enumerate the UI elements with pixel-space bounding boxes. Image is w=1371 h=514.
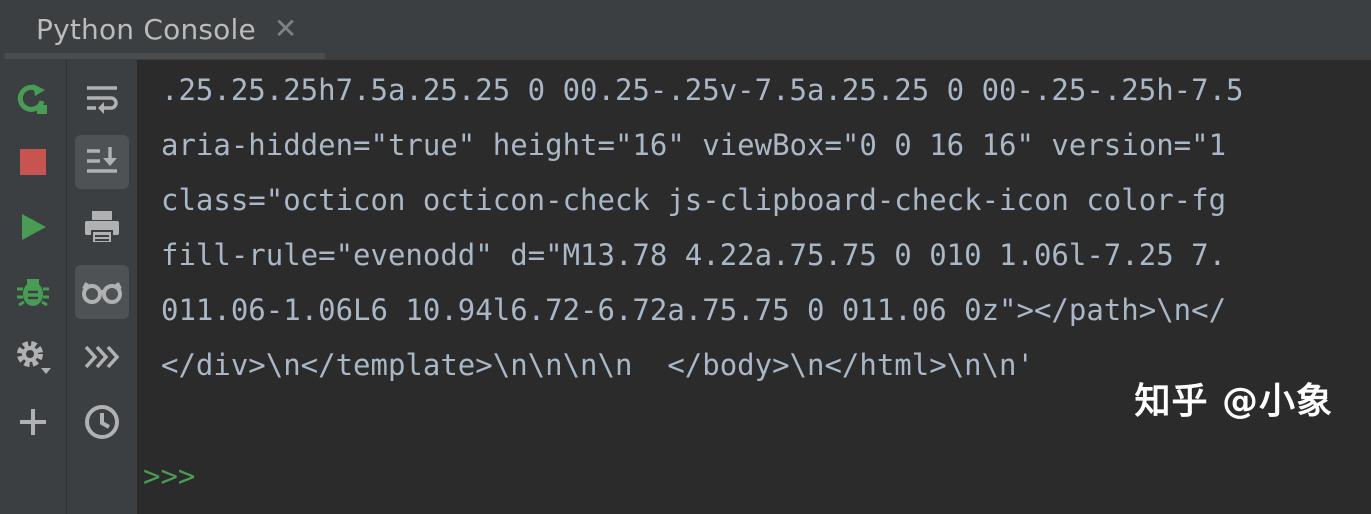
show-variables-button[interactable] [75,265,129,319]
execute-next-button[interactable] [75,330,129,384]
settings-icon [17,341,51,374]
stop-button[interactable] [6,135,60,189]
execute-next-icon [84,345,120,369]
console-prompt[interactable]: >>> [143,456,195,496]
rerun-button[interactable] [6,72,60,126]
output-line: fill-rule="evenodd" d="M13.78 4.22a.75.7… [161,238,1227,272]
add-button[interactable] [6,395,60,449]
history-icon [85,405,119,439]
tab-title: Python Console [36,12,256,46]
close-icon[interactable]: ✕ [274,15,297,43]
output-line: aria-hidden="true" height="16" viewBox="… [161,128,1227,162]
soft-wrap-icon [87,86,118,114]
rerun-icon [17,84,47,114]
active-tab-indicator [5,53,325,59]
print-icon [85,211,119,244]
output-line: </div>\n</template>\n\n\n\n </body>\n</h… [161,348,1034,382]
watermark: 知乎 @小象 [1134,381,1333,422]
tab-python-console[interactable]: Python Console ✕ [5,0,325,58]
debug-icon [17,279,49,307]
add-icon [20,409,46,435]
output-line: .25.25.25h7.5a.25.25 0 00.25-.25v-7.5a.2… [161,73,1244,107]
console-view-toolbar [67,60,137,514]
print-button[interactable] [75,200,129,254]
output-line: 011.06-1.06L6 10.94l6.72-6.72a.75.75 0 0… [161,293,1227,327]
stop-icon [20,149,46,175]
run-icon [22,214,46,240]
show-variables-icon [82,282,122,304]
run-button[interactable] [6,200,60,254]
console-output[interactable]: .25.25.25h7.5a.25.25 0 00.25-.25v-7.5a.2… [137,60,1371,514]
scroll-to-end-icon [87,147,117,173]
soft-wrap-button[interactable] [75,72,129,126]
history-button[interactable] [75,395,129,449]
tab-bar: Python Console ✕ [0,0,1371,61]
scroll-to-end-button[interactable] [75,135,129,189]
debug-button[interactable] [6,265,60,319]
output-line: class="octicon octicon-check js-clipboar… [161,183,1227,217]
settings-button[interactable] [6,330,60,384]
console-actions-toolbar [0,60,67,514]
